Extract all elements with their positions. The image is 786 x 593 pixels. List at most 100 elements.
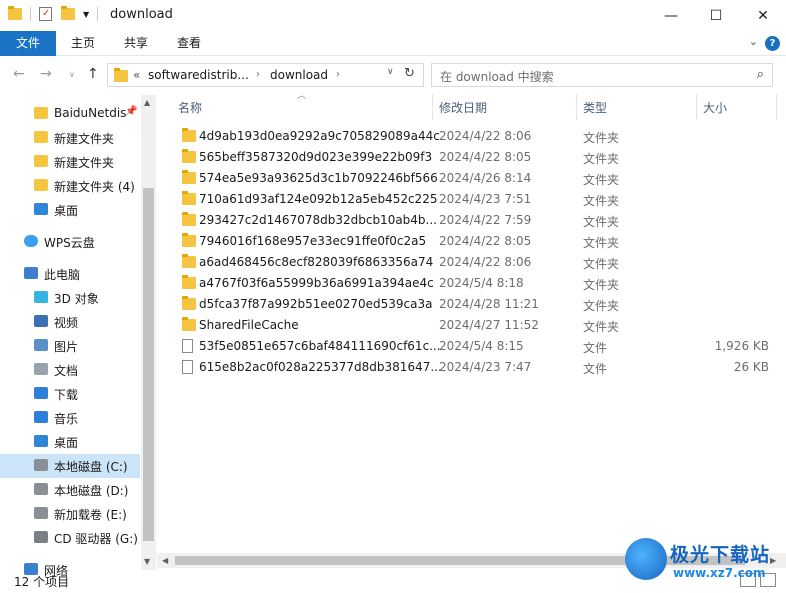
file-name: SharedFileCache: [199, 318, 299, 332]
nav-item[interactable]: 视频: [0, 310, 140, 334]
maximize-button[interactable]: ☐: [693, 0, 739, 31]
nav-item[interactable]: 新加载卷 (E:): [0, 502, 140, 526]
tab-share[interactable]: 共享: [113, 31, 159, 56]
scroll-up-arrow-icon[interactable]: ▲: [144, 98, 150, 107]
file-type: 文件: [583, 362, 608, 376]
music-note-icon: [34, 411, 48, 423]
forward-arrow-icon[interactable]: →: [40, 66, 52, 82]
file-type: 文件夹: [583, 320, 620, 334]
breadcrumb-chevron-icon[interactable]: ›: [336, 69, 340, 80]
file-row[interactable]: d5fca37f87a992b51ee0270ed539ca3a 2024/4/2…: [170, 294, 780, 315]
nav-item[interactable]: CD 驱动器 (G:): [0, 526, 140, 550]
ribbon: 文件 主页 共享 查看 ⌄ ?: [0, 31, 786, 56]
nav-scrollbar[interactable]: ▲ ▼: [141, 95, 156, 570]
nav-item[interactable]: 新建文件夹: [0, 126, 140, 150]
nav-item[interactable]: 桌面: [0, 430, 140, 454]
search-icon[interactable]: ⌕: [757, 67, 764, 82]
file-name: a6ad468456c8ecf828039f6863356a74: [199, 255, 434, 269]
column-header-name[interactable]: 名称: [178, 99, 202, 123]
nav-item[interactable]: 桌面: [0, 198, 140, 222]
up-arrow-icon[interactable]: ↑: [87, 66, 99, 82]
folder-icon: [182, 170, 196, 184]
tab-file[interactable]: 文件: [0, 31, 56, 56]
file-row[interactable]: 565beff3587320d9d023e399e22b09f3 2024/4/2…: [170, 147, 780, 168]
file-row[interactable]: a4767f03f6a55999b36a6991a394ae4c 2024/5/4…: [170, 273, 780, 294]
back-arrow-icon[interactable]: ←: [13, 66, 25, 82]
nav-item-label: 本地磁盘 (D:): [54, 484, 129, 498]
customize-toolbar-icon[interactable]: ▼: [83, 10, 89, 19]
address-dropdown-icon[interactable]: ∨: [387, 67, 394, 77]
nav-item[interactable]: BaiduNetdis 📌: [0, 102, 140, 126]
file-row[interactable]: 574ea5e93a93625d3c1b7092246bf566 2024/4/2…: [170, 168, 780, 189]
search-input[interactable]: 在 download 中搜索 ⌕: [431, 63, 773, 87]
breadcrumb-download[interactable]: download: [270, 68, 328, 82]
nav-item-label: 视频: [54, 316, 79, 330]
nav-item[interactable]: 本地磁盘 (D:): [0, 478, 140, 502]
file-type: 文件夹: [583, 299, 620, 313]
nav-item[interactable]: 本地磁盘 (C:): [0, 454, 140, 478]
nav-item[interactable]: 下载: [0, 382, 140, 406]
close-button[interactable]: ✕: [740, 0, 786, 31]
file-size: 26 KB: [733, 360, 769, 374]
picture-icon: [34, 339, 48, 351]
tab-view[interactable]: 查看: [166, 31, 212, 56]
expand-ribbon-icon[interactable]: ⌄: [749, 35, 758, 48]
file-row[interactable]: 7946016f168e957e33ec91ffe0f0c2a5 2024/4/2…: [170, 231, 780, 252]
column-header-date[interactable]: 修改日期: [439, 99, 487, 123]
file-name: 4d9ab193d0ea9292a9c705829089a44c: [199, 129, 440, 143]
nav-item[interactable]: 此电脑: [0, 262, 140, 286]
title-bar: ✓ ▼ download — ☐ ✕: [0, 0, 786, 31]
nav-item[interactable]: 新建文件夹 (4): [0, 174, 140, 198]
file-name: 615e8b2ac0f028a225377d8db381647...: [199, 360, 442, 374]
download-arrow-icon: [34, 387, 48, 399]
nav-item-label: 桌面: [54, 204, 79, 218]
nav-item-label: 此电脑: [44, 268, 81, 282]
file-type: 文件夹: [583, 131, 620, 145]
column-divider[interactable]: [776, 94, 777, 120]
file-type: 文件夹: [583, 152, 620, 166]
file-row[interactable]: 710a61d93af124e092b12a5eb452c225 2024/4/2…: [170, 189, 780, 210]
folder-icon: [182, 191, 196, 205]
file-date: 2024/4/23 7:47: [439, 360, 532, 374]
drive-icon: [34, 459, 48, 471]
file-icon: [182, 360, 193, 374]
recent-locations-chevron-icon[interactable]: ∨: [69, 70, 75, 79]
column-header-size[interactable]: 大小: [703, 99, 727, 123]
refresh-icon[interactable]: ↻: [404, 66, 415, 81]
nav-item[interactable]: 音乐: [0, 406, 140, 430]
new-folder-icon[interactable]: [61, 6, 75, 20]
column-divider[interactable]: [576, 94, 577, 120]
file-row[interactable]: 293427c2d1467078db32dbcb10ab4b... 2024/4/…: [170, 210, 780, 231]
folder-icon[interactable]: [8, 6, 22, 20]
folder-icon: [34, 155, 48, 167]
scroll-down-arrow-icon[interactable]: ▼: [144, 557, 150, 566]
file-date: 2024/4/23 7:51: [439, 192, 532, 206]
file-row[interactable]: SharedFileCache 2024/4/27 11:52 文件夹: [170, 315, 780, 336]
breadcrumb-softwaredistribution[interactable]: softwaredistrib...: [148, 68, 249, 82]
column-divider[interactable]: [696, 94, 697, 120]
file-row[interactable]: 4d9ab193d0ea9292a9c705829089a44c 2024/4/2…: [170, 126, 780, 147]
nav-item[interactable]: 文档: [0, 358, 140, 382]
column-header-type[interactable]: 类型: [583, 99, 607, 123]
file-type: 文件夹: [583, 257, 620, 271]
address-bar[interactable]: « softwaredistrib... › download › ∨ ↻: [107, 63, 424, 87]
file-row[interactable]: a6ad468456c8ecf828039f6863356a74 2024/4/2…: [170, 252, 780, 273]
properties-icon[interactable]: ✓: [39, 7, 52, 21]
breadcrumb-chevron-icon[interactable]: ›: [256, 69, 260, 80]
nav-item[interactable]: 3D 对象: [0, 286, 140, 310]
folder-icon: [182, 254, 196, 268]
nav-item[interactable]: WPS云盘: [0, 230, 140, 254]
minimize-button[interactable]: —: [648, 0, 694, 31]
help-icon[interactable]: ?: [765, 36, 780, 51]
scroll-left-arrow-icon[interactable]: ◀: [162, 556, 168, 565]
column-divider[interactable]: [432, 94, 433, 120]
folder-icon: [182, 296, 196, 310]
file-row[interactable]: 53f5e0851e657c6baf484111690cf61c... 2024/…: [170, 336, 780, 357]
nav-item[interactable]: 新建文件夹: [0, 150, 140, 174]
nav-item[interactable]: 图片: [0, 334, 140, 358]
nav-scrollbar-thumb[interactable]: [143, 188, 154, 541]
file-row[interactable]: 615e8b2ac0f028a225377d8db381647... 2024/4…: [170, 357, 780, 378]
tab-home[interactable]: 主页: [60, 31, 106, 56]
breadcrumb-overflow[interactable]: «: [133, 68, 140, 82]
cube-icon: [34, 291, 48, 303]
